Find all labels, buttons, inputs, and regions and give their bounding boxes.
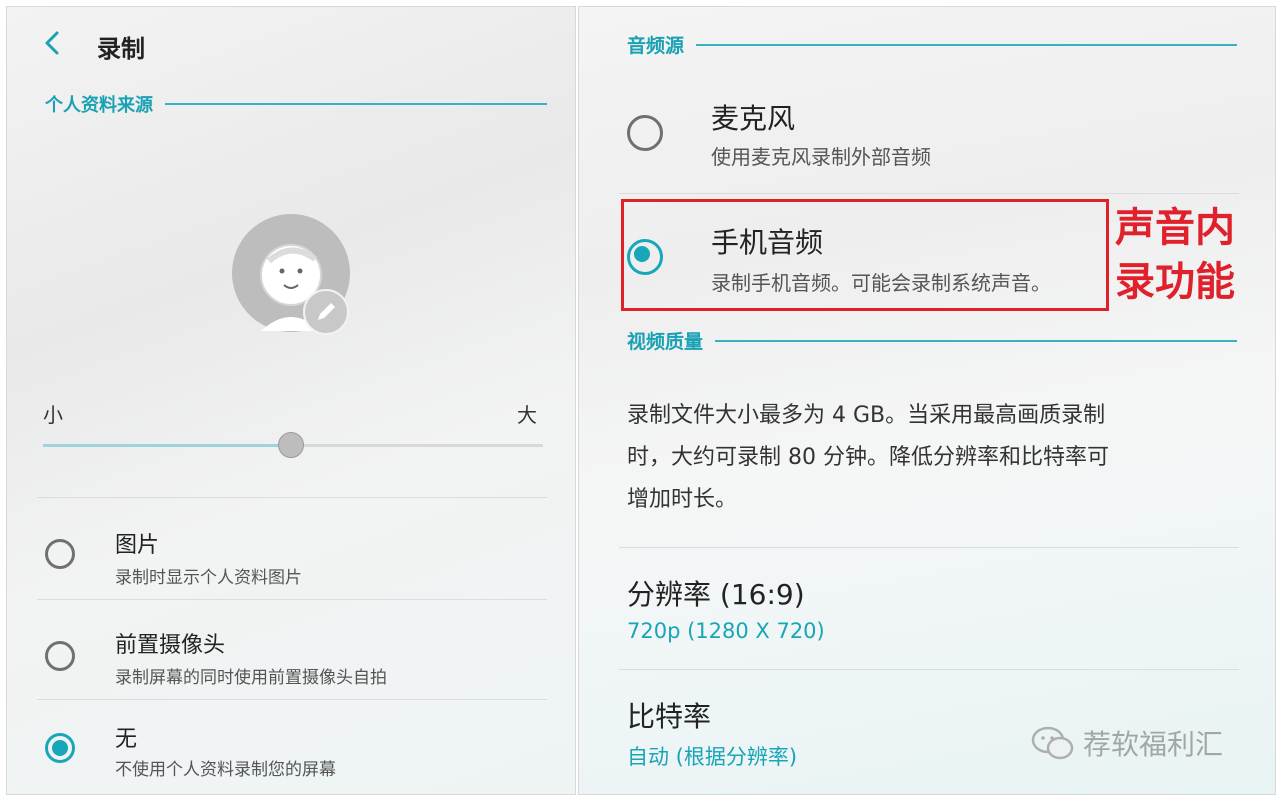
option-none[interactable]: 无 不使用个人资料录制您的屏幕 (7, 713, 575, 794)
wechat-icon (1031, 726, 1074, 760)
setting-value: 自动 (根据分辨率) (627, 745, 798, 769)
edit-avatar-button[interactable] (303, 289, 349, 335)
radio-button[interactable] (627, 115, 663, 151)
right-settings-panel: 音频源 麦克风 使用麦克风录制外部音频 手机音频 录制手机音频。可能会录制系统声… (578, 6, 1276, 795)
section-divider (696, 43, 1237, 46)
option-picture[interactable]: 图片 录制时显示个人资料图片 (7, 515, 575, 601)
slider-thumb[interactable] (278, 432, 304, 458)
option-front-camera[interactable]: 前置摄像头 录制屏幕的同时使用前置摄像头自拍 (7, 615, 575, 701)
resolution-setting[interactable]: 分辨率 (16:9) 720p (1280 X 720) (579, 563, 1275, 663)
radio-button-selected[interactable] (45, 733, 75, 763)
option-subtitle: 不使用个人资料录制您的屏幕 (115, 760, 336, 780)
option-subtitle: 使用麦克风录制外部音频 (711, 145, 931, 169)
size-slider[interactable] (43, 427, 543, 463)
setting-title: 比特率 (627, 700, 712, 733)
option-subtitle: 录制屏幕的同时使用前置摄像头自拍 (115, 668, 387, 688)
avatar-face-icon (232, 214, 350, 332)
setting-title: 分辨率 (16:9) (627, 578, 805, 611)
page-title: 录制 (97, 35, 145, 63)
description-line: 增加时长。 (627, 487, 738, 512)
option-title: 麦克风 (711, 102, 796, 135)
annotation-line1: 声音内 (1115, 205, 1235, 251)
watermark: 荐软福利汇 (1031, 723, 1223, 763)
divider (619, 547, 1239, 548)
left-settings-panel: 录制 个人资料来源 小 大 图片 录制时显示个人资料图片 前置摄像头 录制屏幕的… (6, 6, 576, 795)
option-title: 无 (115, 727, 138, 752)
section-label: 视频质量 (627, 331, 704, 353)
slider-track-empty (291, 444, 543, 447)
size-max-label: 大 (517, 403, 537, 427)
radio-button[interactable] (45, 539, 75, 569)
section-divider (165, 103, 547, 105)
video-quality-heading: 视频质量 (627, 327, 1237, 354)
annotation-line2: 录功能 (1115, 259, 1235, 305)
audio-source-heading: 音频源 (627, 31, 1237, 58)
option-title: 图片 (115, 533, 160, 558)
video-quality-description: 录制文件大小最多为 4 GB。当采用最高画质录制 时，大约可录制 80 分钟。降… (627, 395, 1247, 521)
annotation-text: 声音内 录功能 (1115, 201, 1235, 309)
divider (619, 193, 1239, 194)
chevron-left-icon (45, 31, 59, 55)
divider (37, 599, 547, 600)
description-line: 时，大约可录制 80 分钟。降低分辨率和比特率可 (627, 445, 1109, 470)
divider (37, 699, 547, 700)
profile-source-heading: 个人资料来源 (45, 91, 547, 117)
slider-track-filled (43, 444, 291, 447)
back-button[interactable] (37, 25, 67, 61)
section-label: 个人资料来源 (45, 95, 153, 116)
setting-value: 720p (1280 X 720) (627, 619, 825, 643)
size-min-label: 小 (43, 403, 63, 427)
option-microphone[interactable]: 麦克风 使用麦克风录制外部音频 (579, 89, 1275, 189)
radio-button[interactable] (45, 641, 75, 671)
watermark-text: 荐软福利汇 (1083, 728, 1224, 761)
pencil-icon (318, 303, 335, 320)
option-subtitle: 录制时显示个人资料图片 (115, 568, 302, 588)
description-line: 录制文件大小最多为 4 GB。当采用最高画质录制 (627, 403, 1106, 428)
section-label: 音频源 (627, 35, 685, 57)
option-title: 前置摄像头 (115, 633, 226, 658)
divider (37, 497, 547, 498)
divider (619, 669, 1239, 670)
section-divider (715, 339, 1237, 342)
highlight-box (621, 199, 1109, 311)
